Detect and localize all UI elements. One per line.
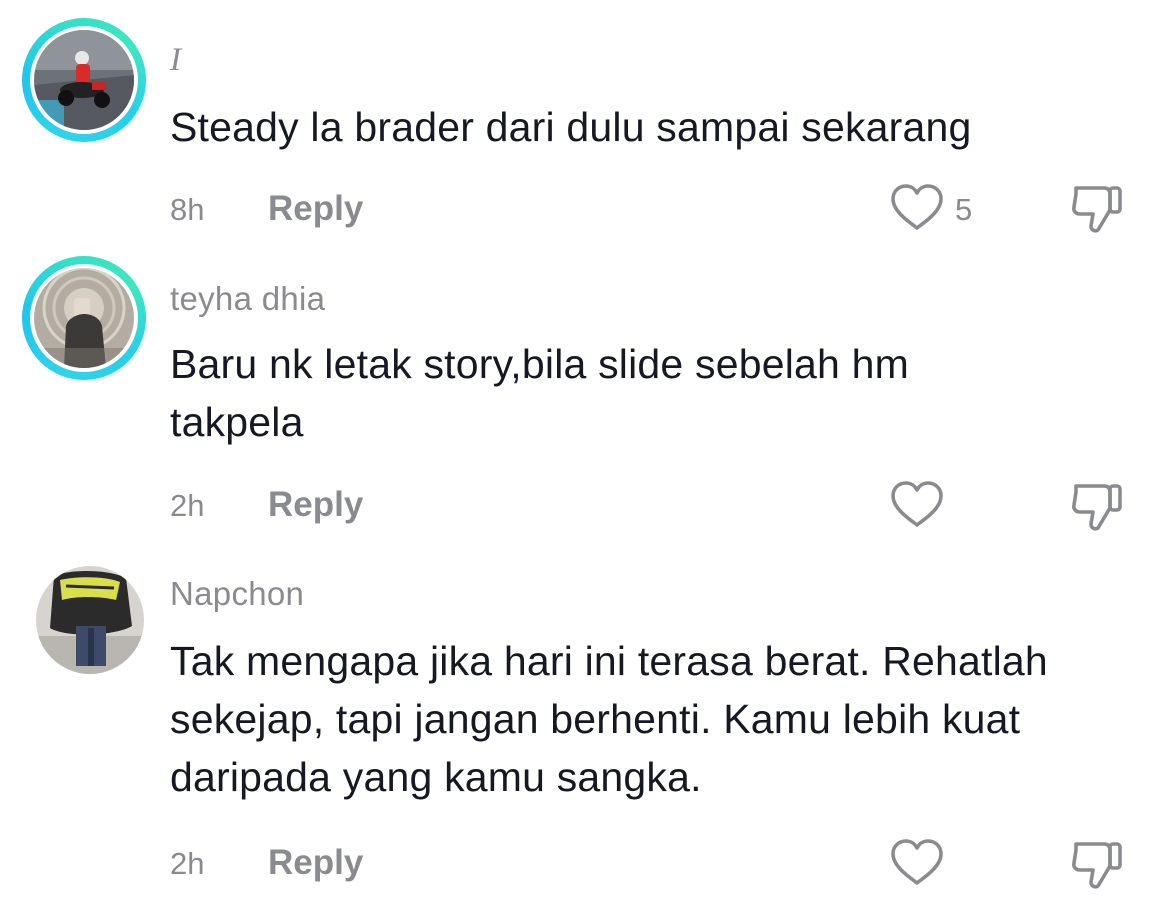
dislike-button[interactable] <box>1068 836 1126 892</box>
comment-time: 2h <box>170 846 205 881</box>
reply-button[interactable]: Reply <box>268 189 363 229</box>
comment-text: Tak mengapa jika hari ini terasa berat. … <box>170 638 1048 800</box>
thumbs-down-outline-icon <box>1072 186 1122 233</box>
comment-text: Steady la brader dari dulu sampai sekara… <box>170 104 972 150</box>
avatar-story-ring[interactable] <box>22 18 146 142</box>
like-button[interactable] <box>888 183 946 233</box>
avatar[interactable] <box>36 566 144 674</box>
avatar-graphic-tee-image <box>36 566 144 674</box>
comment-item: I Steady la brader dari dulu sampai seka… <box>0 0 1169 250</box>
avatar-motorcycle-rider-image <box>34 30 134 130</box>
like-button[interactable] <box>888 480 946 530</box>
avatar-inner <box>30 26 138 134</box>
thumbs-down-outline-icon <box>1072 484 1122 531</box>
like-button[interactable] <box>888 838 946 888</box>
avatar <box>34 30 134 130</box>
comment-time: 8h <box>170 192 205 227</box>
heart-outline-icon <box>891 481 943 527</box>
reply-button[interactable]: Reply <box>268 485 363 525</box>
comment-item: teyha dhia Baru nk letak story,bila slid… <box>0 250 1169 550</box>
comment-username[interactable]: teyha dhia <box>170 280 325 318</box>
like-count: 5 <box>955 192 973 227</box>
comment-time: 2h <box>170 488 205 523</box>
avatar <box>34 268 134 368</box>
reply-button[interactable]: Reply <box>268 843 363 883</box>
heart-outline-icon <box>891 839 943 885</box>
comment-item: Napchon Tak mengapa jika hari ini terasa… <box>0 550 1169 905</box>
dislike-button[interactable] <box>1068 180 1126 236</box>
avatar-mirror-selfie-image <box>34 268 134 368</box>
avatar-inner <box>30 264 138 372</box>
comment-username[interactable]: Napchon <box>170 575 304 613</box>
comment-username[interactable]: I <box>170 42 181 79</box>
heart-outline-icon <box>891 184 943 230</box>
comment-text: Baru nk letak story,bila slide sebelah h… <box>170 341 909 445</box>
dislike-button[interactable] <box>1068 478 1126 534</box>
thumbs-down-outline-icon <box>1072 842 1122 889</box>
avatar-story-ring[interactable] <box>22 256 146 380</box>
